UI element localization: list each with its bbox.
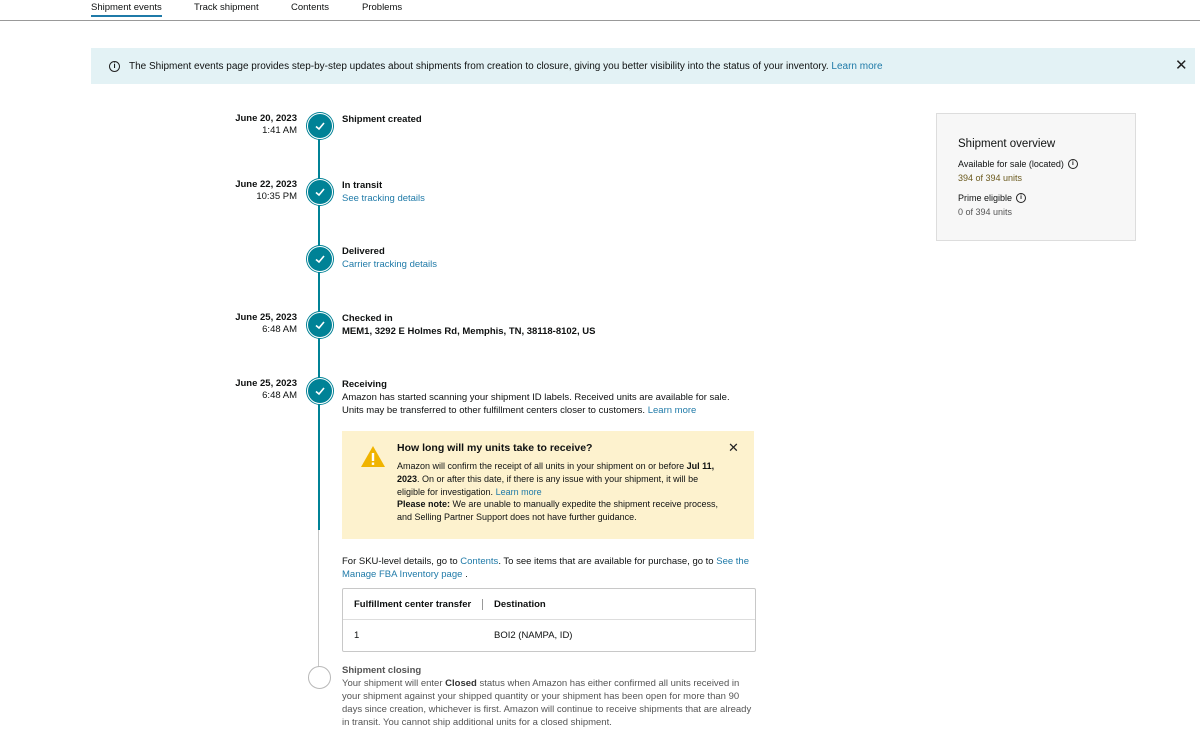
column-header: Destination xyxy=(494,599,546,610)
prime-label: Prime eligible i xyxy=(958,193,1027,203)
tab-shipment-events[interactable]: Shipment events xyxy=(91,2,162,17)
prime-label-text: Prime eligible xyxy=(958,193,1013,203)
receiving-learn-more-link[interactable]: Learn more xyxy=(648,405,697,416)
event-date: June 22, 2023 10:35 PM xyxy=(200,179,297,203)
alert-note-label: Please note: xyxy=(397,499,451,510)
event-date-day: June 20, 2023 xyxy=(235,113,297,124)
carrier-tracking-details-link[interactable]: Carrier tracking details xyxy=(342,258,752,271)
banner-learn-more-link[interactable]: Learn more xyxy=(831,61,882,72)
event-title: In transit xyxy=(342,180,383,191)
destination: BOI2 (NAMPA, ID) xyxy=(494,630,573,641)
receive-time-alert: How long will my units take to receive? … xyxy=(342,431,754,539)
available-label: Available for sale (located) i xyxy=(958,159,1078,169)
transfer-table: Fulfillment center transfer Destination … xyxy=(342,588,756,652)
sku-details-text: For SKU-level details, go to Contents. T… xyxy=(342,555,762,581)
check-icon xyxy=(307,312,333,338)
alert-title: How long will my units take to receive? xyxy=(397,442,593,454)
event-receiving: Receiving Amazon has started scanning yo… xyxy=(342,378,752,417)
event-title: Checked in xyxy=(342,313,393,324)
event-title: Shipment created xyxy=(342,114,422,125)
event-date-time: 1:41 AM xyxy=(262,125,297,136)
prime-value: 0 of 394 units xyxy=(958,207,1013,217)
info-banner: i The Shipment events page provides step… xyxy=(91,48,1195,84)
alert-learn-more-link[interactable]: Learn more xyxy=(496,487,542,497)
event-delivered: Delivered Carrier tracking details xyxy=(342,245,752,271)
tab-track-shipment[interactable]: Track shipment xyxy=(194,2,259,13)
event-shipment-closing: Shipment closing Your shipment will ente… xyxy=(342,664,752,729)
pending-step-icon xyxy=(308,666,331,689)
alert-body: Amazon will confirm the receipt of all u… xyxy=(397,460,727,524)
check-icon xyxy=(307,246,333,272)
shipment-overview-panel: Shipment overview Available for sale (lo… xyxy=(936,113,1136,241)
event-date-time: 10:35 PM xyxy=(256,191,297,202)
info-icon[interactable]: i xyxy=(1067,159,1078,169)
panel-title: Shipment overview xyxy=(958,138,1056,150)
event-date: June 25, 2023 6:48 AM xyxy=(200,378,297,402)
event-date-day: June 22, 2023 xyxy=(235,179,297,190)
banner-close-icon[interactable]: ✕ xyxy=(1175,58,1188,73)
closed-status: Closed xyxy=(445,678,477,689)
tab-bar: Shipment events Track shipment Contents … xyxy=(0,0,1200,21)
column-divider xyxy=(482,599,483,610)
alert-close-icon[interactable]: ✕ xyxy=(728,441,739,454)
event-date: June 25, 2023 6:48 AM xyxy=(200,312,297,336)
table-header: Fulfillment center transfer Destination xyxy=(343,589,755,620)
alert-text: . On or after this date, if there is any… xyxy=(397,473,699,497)
event-date: June 20, 2023 1:41 AM xyxy=(200,113,297,137)
tab-problems[interactable]: Problems xyxy=(362,2,402,13)
event-title: Shipment closing xyxy=(342,665,422,676)
column-header: Fulfillment center transfer xyxy=(354,599,472,610)
tab-contents[interactable]: Contents xyxy=(291,2,329,13)
closing-text: Your shipment will enter xyxy=(342,678,443,689)
sku-text: . To see items that are available for pu… xyxy=(498,556,714,567)
sku-text: . xyxy=(465,569,468,580)
event-date-day: June 25, 2023 xyxy=(235,378,297,389)
check-icon xyxy=(307,113,333,139)
transfer-count: 1 xyxy=(354,630,360,641)
event-title: Receiving xyxy=(342,379,387,390)
see-tracking-details-link[interactable]: See tracking details xyxy=(342,192,752,205)
warning-icon xyxy=(361,446,385,467)
banner-text: The Shipment events page provides step-b… xyxy=(129,61,883,72)
contents-link[interactable]: Contents xyxy=(460,556,498,567)
sku-text: For SKU-level details, go to xyxy=(342,556,458,567)
event-in-transit: In transit See tracking details xyxy=(342,179,752,205)
event-shipment-created: Shipment created xyxy=(342,113,752,126)
event-date-day: June 25, 2023 xyxy=(235,312,297,323)
check-icon xyxy=(307,378,333,404)
available-label-text: Available for sale (located) xyxy=(958,159,1064,169)
banner-message: The Shipment events page provides step-b… xyxy=(129,60,829,72)
available-value: 394 of 394 units xyxy=(958,173,1023,183)
event-checked-in: Checked in MEM1, 3292 E Holmes Rd, Memph… xyxy=(342,312,752,338)
event-title: Delivered xyxy=(342,246,385,257)
check-icon xyxy=(307,179,333,205)
event-date-time: 6:48 AM xyxy=(262,324,297,335)
info-icon: i xyxy=(109,60,120,72)
timeline-rail-pending xyxy=(318,530,319,670)
alert-text: Amazon will confirm the receipt of all u… xyxy=(397,461,685,471)
event-address: MEM1, 3292 E Holmes Rd, Memphis, TN, 381… xyxy=(342,326,596,337)
event-date-time: 6:48 AM xyxy=(262,390,297,401)
info-icon[interactable]: i xyxy=(1016,193,1027,203)
